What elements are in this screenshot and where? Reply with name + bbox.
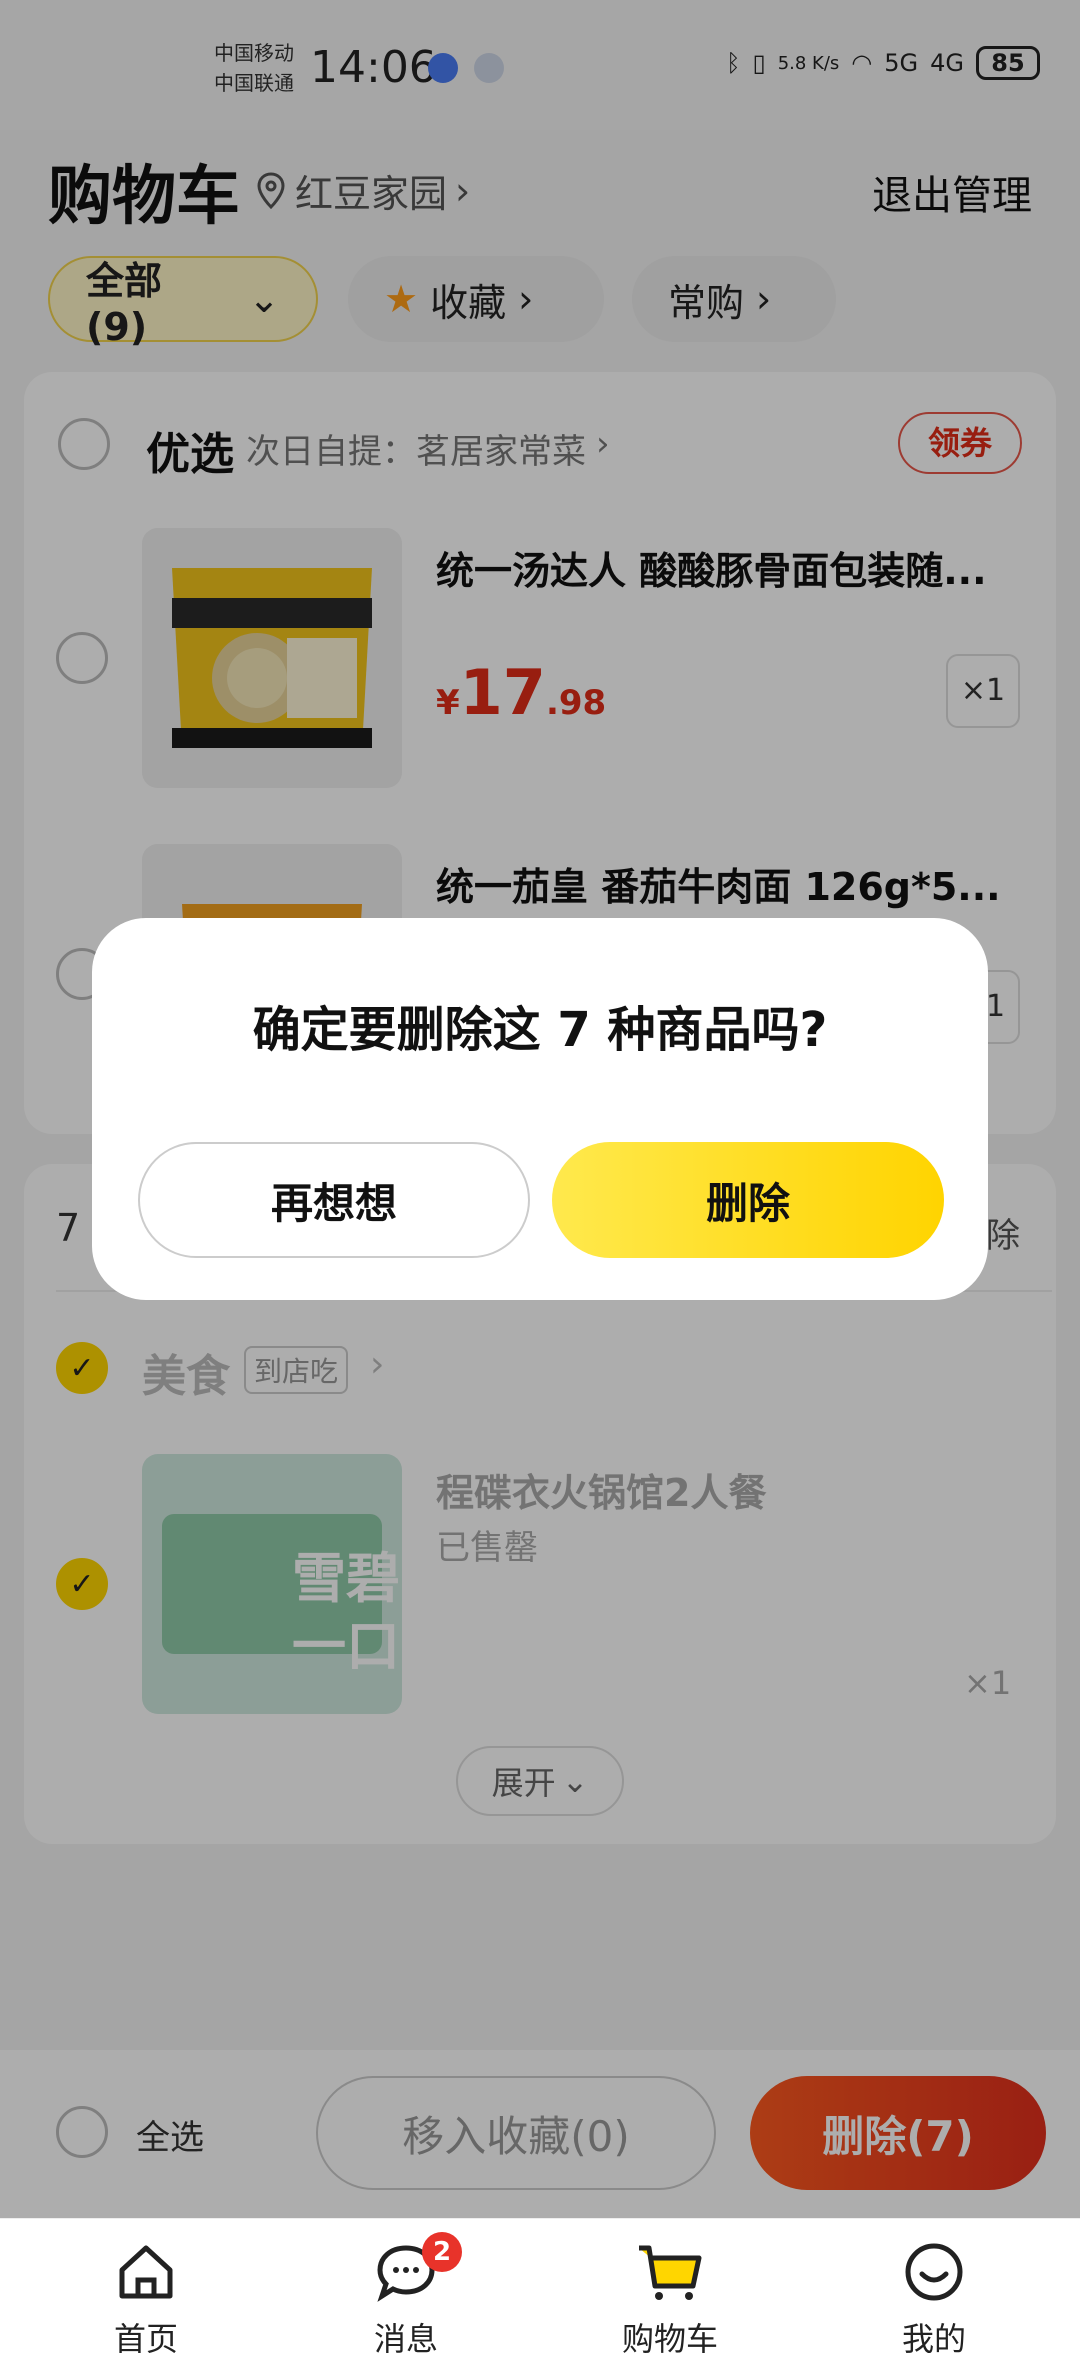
tab-profile[interactable]: 我的 bbox=[864, 2240, 1004, 2360]
cart-icon bbox=[639, 2245, 702, 2300]
confirm-delete-dialog: 确定要删除这 7 种商品吗? 再想想 删除 bbox=[92, 918, 988, 1300]
tab-profile-label: 我的 bbox=[901, 2320, 966, 2358]
cancel-button[interactable]: 再想想 bbox=[138, 1142, 530, 1258]
tab-home[interactable]: 首页 bbox=[76, 2240, 216, 2360]
confirm-delete-button[interactable]: 删除 bbox=[552, 1142, 944, 1258]
dialog-message: 确定要删除这 7 种商品吗? bbox=[252, 1002, 828, 1058]
message-badge: 2 bbox=[422, 2232, 462, 2272]
home-icon bbox=[119, 2245, 173, 2299]
tab-cart[interactable]: 购物车 bbox=[600, 2240, 740, 2360]
tab-cart-label: 购物车 bbox=[621, 2320, 718, 2358]
tab-messages-label: 消息 bbox=[373, 2320, 438, 2358]
tab-home-label: 首页 bbox=[113, 2320, 178, 2358]
smile-face-icon bbox=[905, 2243, 963, 2301]
